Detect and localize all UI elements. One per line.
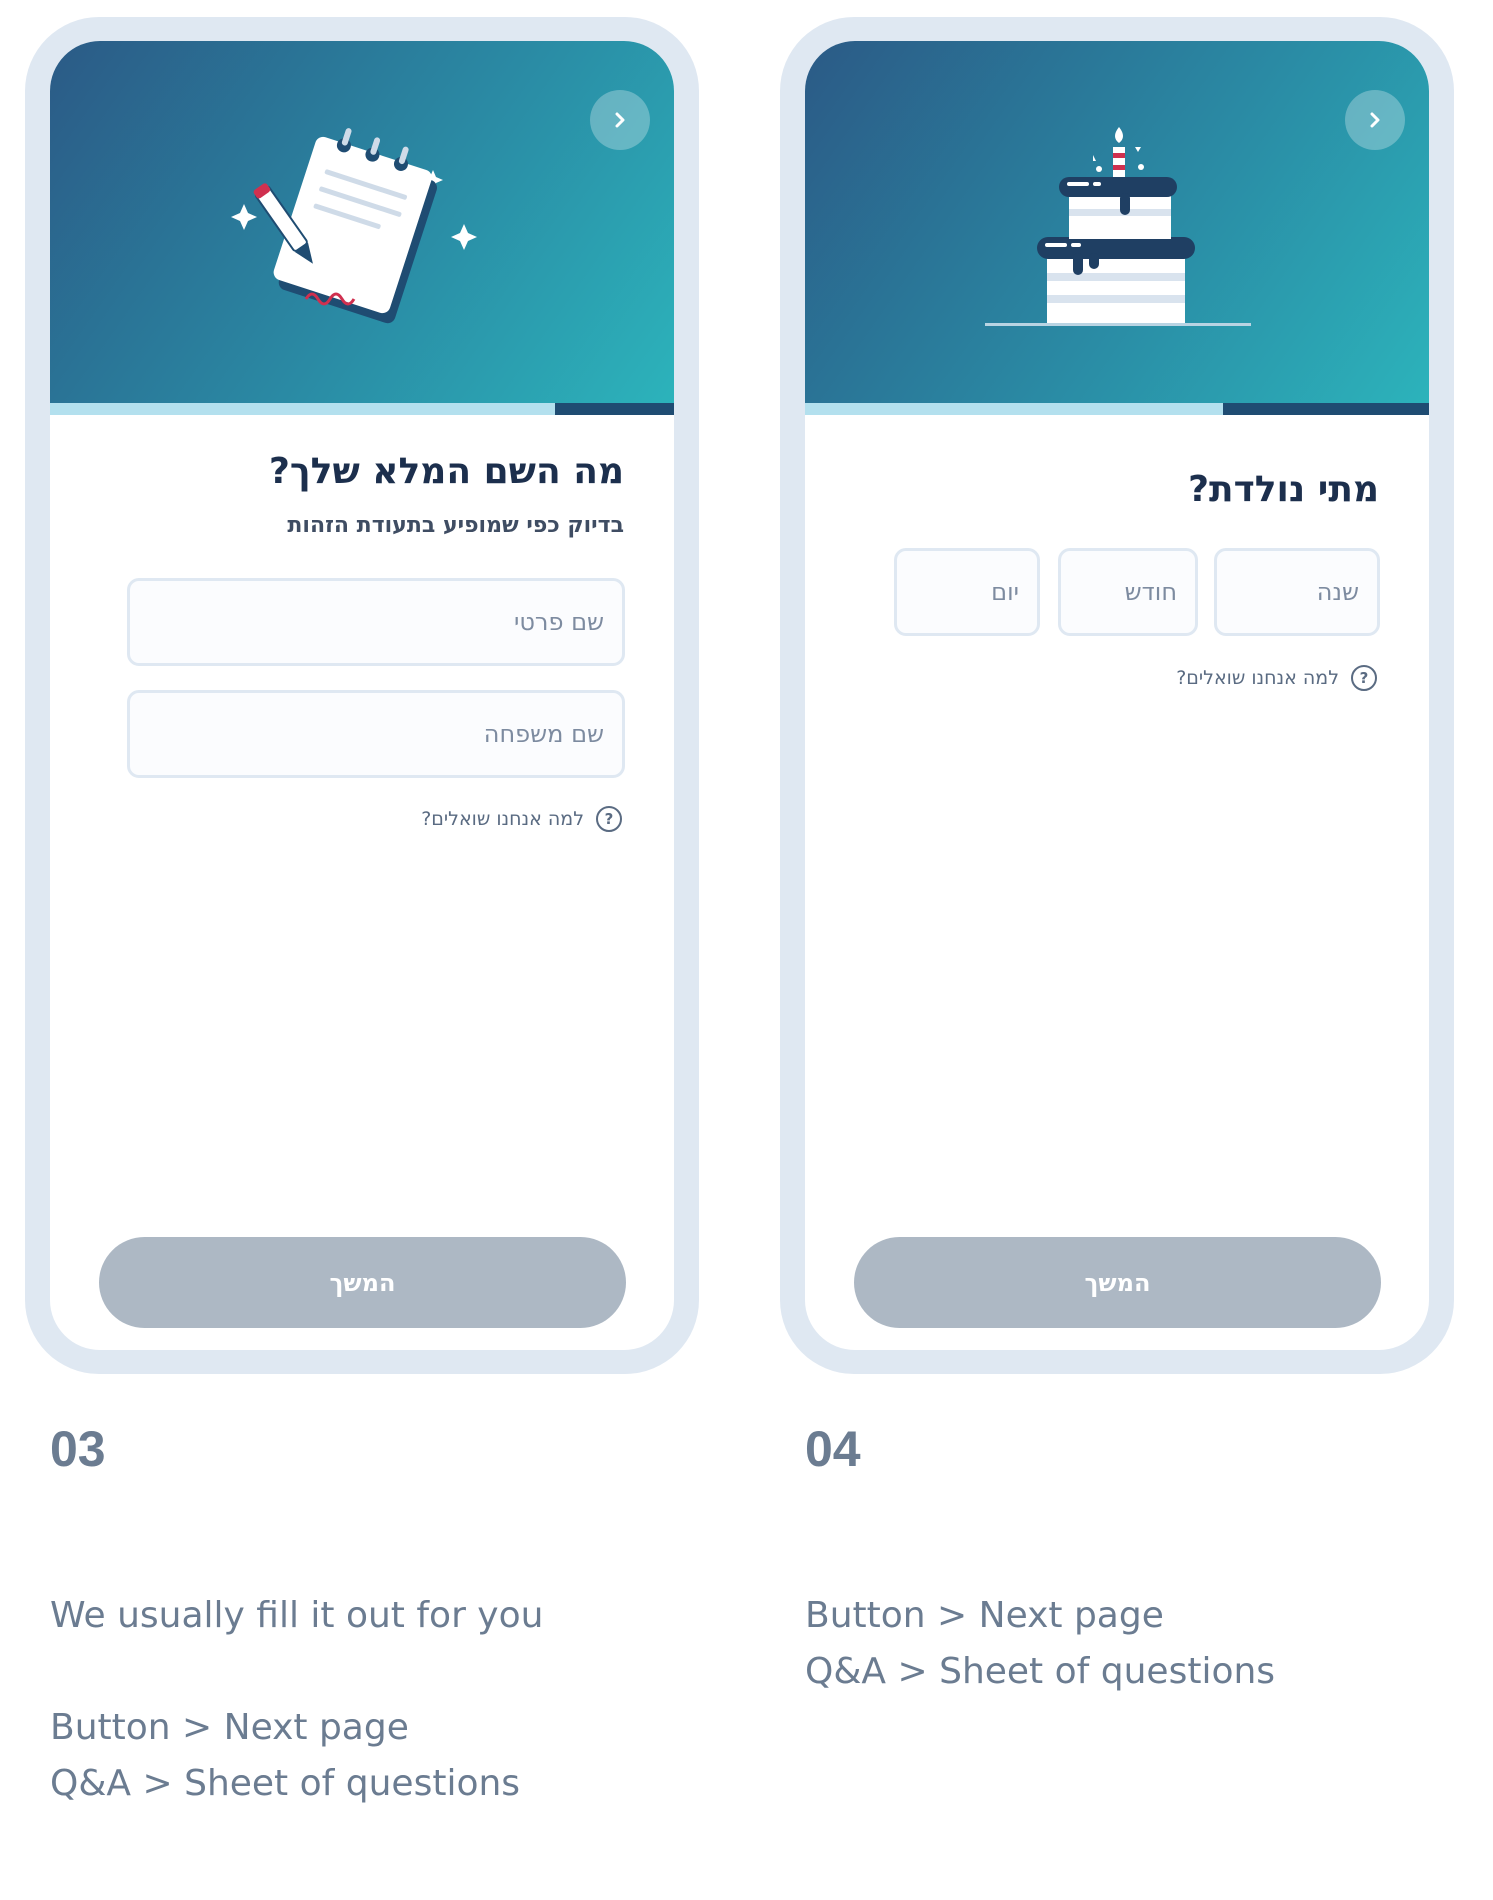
note-line: Q&A > Sheet of questions	[805, 1651, 1276, 1692]
note-line	[50, 1644, 543, 1700]
last-name-input[interactable]	[130, 693, 604, 775]
screen-number-03: 03	[50, 1421, 106, 1477]
year-input[interactable]	[1217, 551, 1359, 633]
continue-button[interactable]: המשך	[854, 1237, 1381, 1328]
question-circle-icon: ?	[1351, 665, 1377, 691]
note-line: Button > Next page	[805, 1595, 1164, 1636]
continue-button[interactable]: המשך	[99, 1237, 626, 1328]
progress-bar	[50, 403, 674, 415]
phone-screen-03: מה השם המלא שלך? בדיוק כפי שמופיע בתעודת…	[50, 41, 674, 1350]
notes-screen-04: Button > Next page Q&A > Sheet of questi…	[805, 1588, 1275, 1700]
why-we-ask-link[interactable]: ? למה אנחנו שואלים?	[1176, 665, 1377, 691]
chevron-right-icon	[1370, 112, 1380, 128]
hero-banner	[805, 41, 1429, 403]
progress-bar-fill	[1223, 403, 1429, 415]
chevron-right-icon	[615, 112, 625, 128]
phone-frame-screen-04: מתי נולדת? ? למה אנחנו שואלים? המשך	[780, 17, 1454, 1374]
note-line: Q&A > Sheet of questions	[50, 1763, 521, 1804]
notes-screen-03: We usually fill it out for you Button > …	[50, 1588, 543, 1812]
day-field[interactable]	[894, 548, 1040, 636]
first-name-input[interactable]	[130, 581, 604, 663]
note-line: Button > Next page	[50, 1707, 409, 1748]
year-field[interactable]	[1214, 548, 1380, 636]
page-title: מתי נולדת?	[1188, 469, 1379, 510]
screen-number-04: 04	[805, 1421, 861, 1477]
page-subtitle: בדיוק כפי שמופיע בתעודת הזהות	[287, 513, 624, 538]
birthday-cake-illustration	[985, 127, 1251, 326]
hero-banner	[50, 41, 674, 403]
note-line: We usually fill it out for you	[50, 1595, 544, 1636]
why-we-ask-label: למה אנחנו שואלים?	[1176, 667, 1339, 689]
phone-frame-screen-03: מה השם המלא שלך? בדיוק כפי שמופיע בתעודת…	[25, 17, 699, 1374]
first-name-field[interactable]	[127, 578, 625, 666]
question-circle-icon: ?	[596, 806, 622, 832]
progress-bar-fill	[555, 403, 674, 415]
progress-bar	[805, 403, 1429, 415]
why-we-ask-label: למה אנחנו שואלים?	[421, 808, 584, 830]
why-we-ask-link[interactable]: ? למה אנחנו שואלים?	[421, 806, 622, 832]
phone-screen-04: מתי נולדת? ? למה אנחנו שואלים? המשך	[805, 41, 1429, 1350]
day-input[interactable]	[897, 551, 1019, 633]
month-input[interactable]	[1061, 551, 1177, 633]
page-title: מה השם המלא שלך?	[268, 451, 624, 492]
notepad-pencil-illustration	[231, 128, 477, 324]
last-name-field[interactable]	[127, 690, 625, 778]
month-field[interactable]	[1058, 548, 1198, 636]
back-button[interactable]	[590, 90, 650, 150]
back-button[interactable]	[1345, 90, 1405, 150]
